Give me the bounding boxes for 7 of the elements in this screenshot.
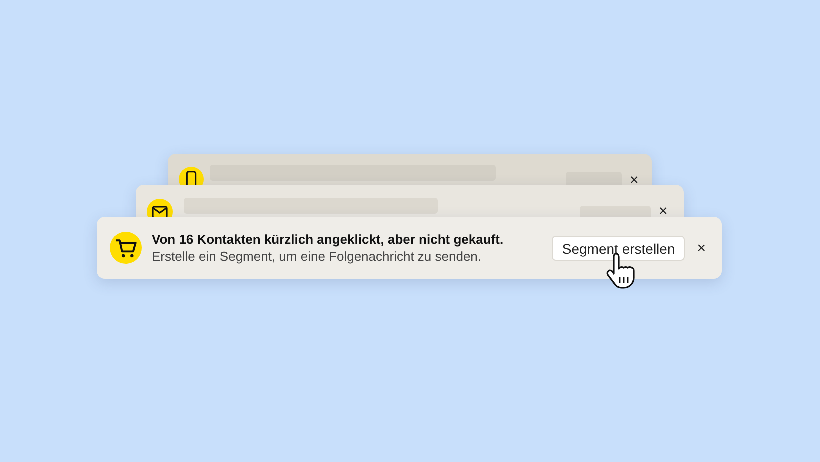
create-segment-button[interactable]: Segment erstellen [552,236,686,260]
notification-title: Von 16 Kontakten kürzlich angeklickt, aber nicht gekauft. [152,231,505,248]
cart-icon [110,232,142,264]
close-button[interactable]: × [630,173,639,188]
close-button[interactable]: × [695,240,708,256]
notification-text: Erstelle ein Segment, um eine Folgenachricht zu senden. [152,248,483,265]
close-button[interactable]: × [659,204,668,219]
